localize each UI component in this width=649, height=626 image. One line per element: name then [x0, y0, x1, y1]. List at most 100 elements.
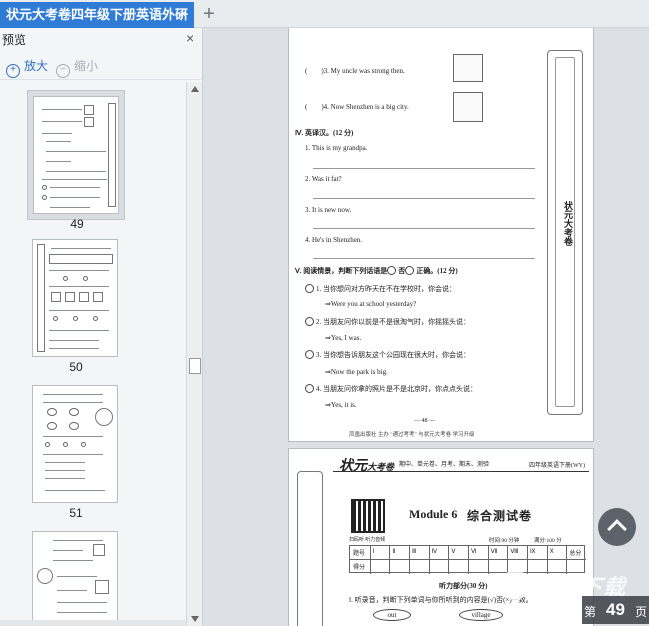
context-line: 4. 当朋友问你拿的照片是不是北京时，你点点头说：: [305, 384, 477, 394]
qr-caption: 扫码听 听力音频: [349, 538, 386, 543]
header-grade: 四年级英语下册(WY): [529, 463, 585, 469]
table-divider: [468, 546, 469, 574]
illustration-image: [453, 54, 483, 82]
thumbnail-image: [33, 96, 119, 214]
answer-line: ⇒Now the park is big.: [325, 368, 388, 376]
sentence-line: 2. Was it fat?: [305, 175, 342, 183]
tab-bar: 状元大考卷四年级下册英语外研 × +: [0, 0, 649, 28]
test-title: 综合测试卷: [467, 509, 533, 523]
table-cell: 得分: [353, 565, 366, 571]
thumbnail-image: [32, 531, 118, 626]
sidebar-toolbar: + 放大 − 缩小: [0, 50, 202, 80]
thumbnail-label: 51: [69, 506, 83, 520]
table-divider: [369, 546, 371, 574]
thumbnail-list: 49 50 51: [0, 82, 186, 626]
close-tab-icon[interactable]: ×: [175, 6, 191, 22]
section-title: Ⅳ. 英译汉。(12 分): [295, 129, 354, 137]
answer-line: ⇒Yes, I was.: [325, 334, 362, 342]
table-header-cell: Ⅰ: [372, 549, 375, 555]
zoom-out-icon: −: [56, 64, 70, 78]
table-divider: [448, 546, 450, 574]
sentence-line: 1. This is my grandpa.: [305, 144, 368, 152]
table-header-cell: Ⅱ: [392, 549, 396, 555]
time-label: 时间:90 分钟: [489, 538, 520, 544]
zoom-in-label: 放大: [24, 59, 49, 73]
header-subtitle: 期中、单元卷、月考、期末、测验: [399, 462, 490, 468]
thumbnail-image: [32, 239, 118, 357]
page-number: — 48 —: [414, 418, 435, 424]
sidebar-title: 预览: [2, 33, 27, 47]
zoom-in-button[interactable]: + 放大: [6, 57, 48, 78]
side-band: 状元大考卷: [547, 50, 583, 415]
page-indicator: 第 49 页: [582, 596, 649, 624]
table-header-cell: 总分: [569, 551, 582, 557]
word-oval: out: [373, 609, 411, 621]
question-line: ( )3. My uncle was strong then.: [305, 67, 405, 75]
sentence-line: 3. It is new now.: [305, 206, 352, 214]
context-line: 1. 当你想问对方昨天在不在学校时，你会说：: [305, 284, 456, 294]
watermark-logo: [500, 570, 530, 600]
module-title: Module 6: [409, 507, 458, 521]
zoom-in-icon: +: [6, 64, 20, 78]
table-divider: [428, 546, 430, 574]
listening-section-title: 听力部分(30 分): [439, 582, 488, 590]
table-divider: [507, 546, 509, 574]
thumbnail-image: [32, 385, 118, 503]
app-window: 状元大考卷四年级下册英语外研 × + 预览 × + 放大 − 缩小 49 50 …: [0, 0, 649, 626]
table-divider: [409, 546, 410, 574]
sentence-line: 4. He's in Shenzhen.: [305, 236, 363, 244]
table-header-cell: Ⅸ: [530, 549, 536, 555]
thumbnail-label: 50: [69, 360, 83, 374]
thumbnail-page-52[interactable]: [27, 526, 125, 626]
table-header-cell: Ⅷ: [510, 549, 519, 555]
table-header-cell: Ⅵ: [471, 549, 477, 555]
question-line: ( )4. Now Shenzhen is a big city.: [305, 103, 409, 111]
document-tab[interactable]: 状元大考卷四年级下册英语外研: [0, 2, 194, 28]
thumbnail-label: 49: [70, 217, 84, 231]
table-header-cell: 题号: [353, 551, 366, 557]
scrollbar-thumb[interactable]: [189, 358, 201, 374]
scroll-to-top-button[interactable]: [598, 508, 636, 546]
context-line: 3. 当你想告诉朋友这个公园现在很大时，你会说：: [305, 350, 470, 360]
thumbnail-page-51[interactable]: 51: [27, 380, 125, 520]
table-divider: [389, 546, 391, 574]
score-table: 题号 Ⅰ Ⅱ Ⅲ Ⅳ Ⅴ Ⅵ Ⅶ Ⅷ Ⅸ Ⅹ 总分得分: [349, 545, 586, 574]
table-header-cell: Ⅶ: [490, 549, 498, 555]
new-tab-button[interactable]: +: [200, 3, 218, 25]
header-logo: 状元大考卷: [339, 459, 395, 474]
total-label: 满分:100 分: [534, 538, 562, 544]
page-footer: 凤凰出版社 主办 "通过考考" 与状元大考卷 学习升级: [349, 432, 475, 438]
document-tab-title: 状元大考卷四年级下册英语外研: [6, 7, 189, 22]
sidebar-close-icon[interactable]: ×: [186, 30, 194, 46]
answer-line: ⇒Yes, it is.: [325, 401, 357, 409]
page-indicator-prefix: 第: [584, 605, 597, 619]
qr-code: [351, 499, 385, 533]
zoom-out-button[interactable]: − 缩小: [56, 57, 98, 78]
answer-line: ⇒Were you at school yesterday?: [325, 300, 417, 308]
table-divider: [487, 546, 489, 574]
thumbnail-page-50[interactable]: 50: [27, 234, 125, 374]
scroll-up-icon[interactable]: [191, 86, 199, 92]
table-header-cell: Ⅲ: [412, 549, 417, 555]
context-line: 2. 当朋友问你以前是不是很淘气时，你摇摇头说：: [305, 317, 470, 327]
page-indicator-number: 49: [606, 600, 625, 619]
chevron-up-icon: [607, 519, 627, 539]
thumbnail-scrollbar[interactable]: [186, 82, 202, 626]
side-logo: 状元大考卷: [563, 201, 573, 246]
table-header-cell: Ⅳ: [431, 549, 438, 555]
illustration-image: [453, 92, 483, 122]
word-oval: village: [459, 609, 503, 621]
scroll-down-icon[interactable]: [191, 616, 199, 622]
sidebar-horizontal-scrollbar[interactable]: [0, 620, 186, 626]
table-header-cell: Ⅹ: [549, 549, 554, 555]
side-band: [297, 471, 323, 626]
table-divider: [527, 546, 528, 574]
table-header-cell: Ⅴ: [451, 549, 456, 555]
document-page-48: ( )3. My uncle was strong then. ( )4. No…: [288, 28, 594, 442]
preview-sidebar: 预览 × + 放大 − 缩小 49 50 51: [0, 28, 203, 626]
thumbnail-page-49[interactable]: 49: [27, 90, 125, 231]
document-viewer[interactable]: ( )3. My uncle was strong then. ( )4. No…: [204, 28, 649, 626]
section-title: Ⅴ. 阅读情景，判断下列话语是否正确。(12 分): [295, 266, 458, 275]
zoom-out-label: 缩小: [74, 59, 99, 73]
page-indicator-suffix: 页: [635, 605, 648, 619]
